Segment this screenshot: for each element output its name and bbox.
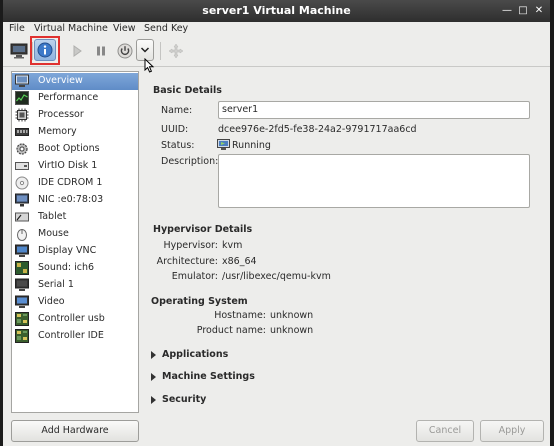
basic-details-heading: Basic Details [153, 85, 222, 96]
apply-button[interactable]: Apply [480, 420, 544, 442]
sidebar-item-processor[interactable]: Processor [12, 107, 138, 124]
move-icon[interactable] [165, 40, 187, 62]
sidebar-item-ide-cdrom[interactable]: IDE CDROM 1 [12, 175, 138, 192]
power-icon[interactable] [114, 40, 136, 62]
name-label: Name: [161, 105, 193, 116]
hardware-list: Overview Performance Processor Memory Bo… [11, 71, 139, 413]
hypervisor-value: kvm [222, 240, 243, 251]
operating-system-heading: Operating System [151, 296, 248, 307]
expander-arrow-icon [151, 373, 156, 381]
sidebar-item-serial[interactable]: Serial 1 [12, 277, 138, 294]
cancel-button[interactable]: Cancel [416, 420, 474, 442]
display-icon [15, 244, 29, 257]
window-title: server1 Virtual Machine [202, 4, 351, 17]
sidebar-item-sound[interactable]: Sound: ich6 [12, 260, 138, 277]
security-expander[interactable]: Security [151, 394, 271, 408]
controller-icon [15, 312, 29, 326]
uuid-label: UUID: [161, 124, 189, 135]
expander-arrow-icon [151, 396, 156, 404]
sidebar-item-performance[interactable]: Performance [12, 90, 138, 107]
maximize-icon[interactable]: □ [516, 5, 530, 17]
serial-icon [15, 278, 29, 291]
menu-send-key[interactable]: Send Key [144, 23, 188, 34]
close-icon[interactable]: ✕ [532, 5, 546, 17]
minimize-icon[interactable]: — [500, 5, 514, 17]
menu-virtual-machine[interactable]: Virtual Machine [34, 23, 108, 34]
description-textarea[interactable] [218, 154, 530, 208]
add-hardware-button[interactable]: Add Hardware [11, 420, 139, 442]
expander-arrow-icon [151, 351, 156, 359]
applications-expander[interactable]: Applications [151, 349, 271, 363]
memory-icon [15, 128, 29, 136]
sidebar-item-controller-usb[interactable]: Controller usb [12, 311, 138, 328]
status-value: Running [232, 140, 271, 151]
sidebar-item-virtio-disk[interactable]: VirtIO Disk 1 [12, 158, 138, 175]
status-label: Status: [161, 140, 195, 151]
vm-window: server1 Virtual Machine — □ ✕ File Virtu… [3, 0, 550, 446]
toolbar [3, 36, 550, 73]
hypervisor-label: Hypervisor: [163, 240, 218, 251]
sidebar-item-nic[interactable]: NIC :e0:78:03 [12, 192, 138, 209]
video-icon [15, 295, 29, 308]
sidebar-item-video[interactable]: Video [12, 294, 138, 311]
mouse-icon [17, 229, 27, 241]
toolbar-separator-2 [160, 42, 161, 60]
sidebar-item-memory[interactable]: Memory [12, 124, 138, 141]
monitor-icon [15, 74, 29, 87]
machine-settings-expander[interactable]: Machine Settings [151, 371, 291, 385]
emulator-value: /usr/libexec/qemu-kvm [222, 271, 331, 282]
sidebar-item-overview[interactable]: Overview [12, 73, 138, 90]
hostname-label: Hostname: [214, 310, 266, 321]
cdrom-icon [15, 176, 29, 190]
tablet-icon [15, 212, 29, 222]
network-icon [15, 193, 29, 207]
menu-bar: File Virtual Machine View Send Key [3, 22, 550, 36]
architecture-label: Architecture: [156, 256, 218, 267]
controller-icon [15, 329, 29, 343]
uuid-value: dcee976e-2fd5-fe38-24a2-9791717aa6cd [218, 124, 417, 135]
pause-icon[interactable] [90, 40, 112, 62]
play-icon[interactable] [66, 40, 88, 62]
sidebar-item-tablet[interactable]: Tablet [12, 209, 138, 226]
sound-icon [15, 261, 29, 275]
running-icon [217, 139, 230, 151]
sidebar-item-controller-ide[interactable]: Controller IDE [12, 328, 138, 345]
name-field[interactable]: server1 [218, 101, 530, 119]
mouse-cursor-icon [144, 57, 155, 76]
hypervisor-details-heading: Hypervisor Details [153, 224, 253, 235]
sidebar-item-display-vnc[interactable]: Display VNC [12, 243, 138, 260]
menu-view[interactable]: View [113, 23, 136, 34]
menu-file[interactable]: File [9, 23, 25, 34]
disk-icon [15, 162, 29, 170]
cpu-icon [15, 108, 29, 122]
hostname-value: unknown [270, 310, 314, 321]
product-name-label: Product name: [196, 325, 266, 336]
info-icon[interactable] [34, 39, 56, 61]
performance-icon [15, 91, 29, 105]
title-bar: server1 Virtual Machine — □ ✕ [3, 0, 550, 22]
name-field-value: server1 [222, 104, 259, 115]
monitor-icon[interactable] [8, 40, 30, 62]
architecture-value: x86_64 [222, 256, 257, 267]
sidebar-item-boot-options[interactable]: Boot Options [12, 141, 138, 158]
gear-icon [16, 143, 28, 155]
emulator-label: Emulator: [171, 271, 218, 282]
product-name-value: unknown [270, 325, 314, 336]
sidebar-item-mouse[interactable]: Mouse [12, 226, 138, 243]
description-label: Description: [161, 156, 219, 167]
